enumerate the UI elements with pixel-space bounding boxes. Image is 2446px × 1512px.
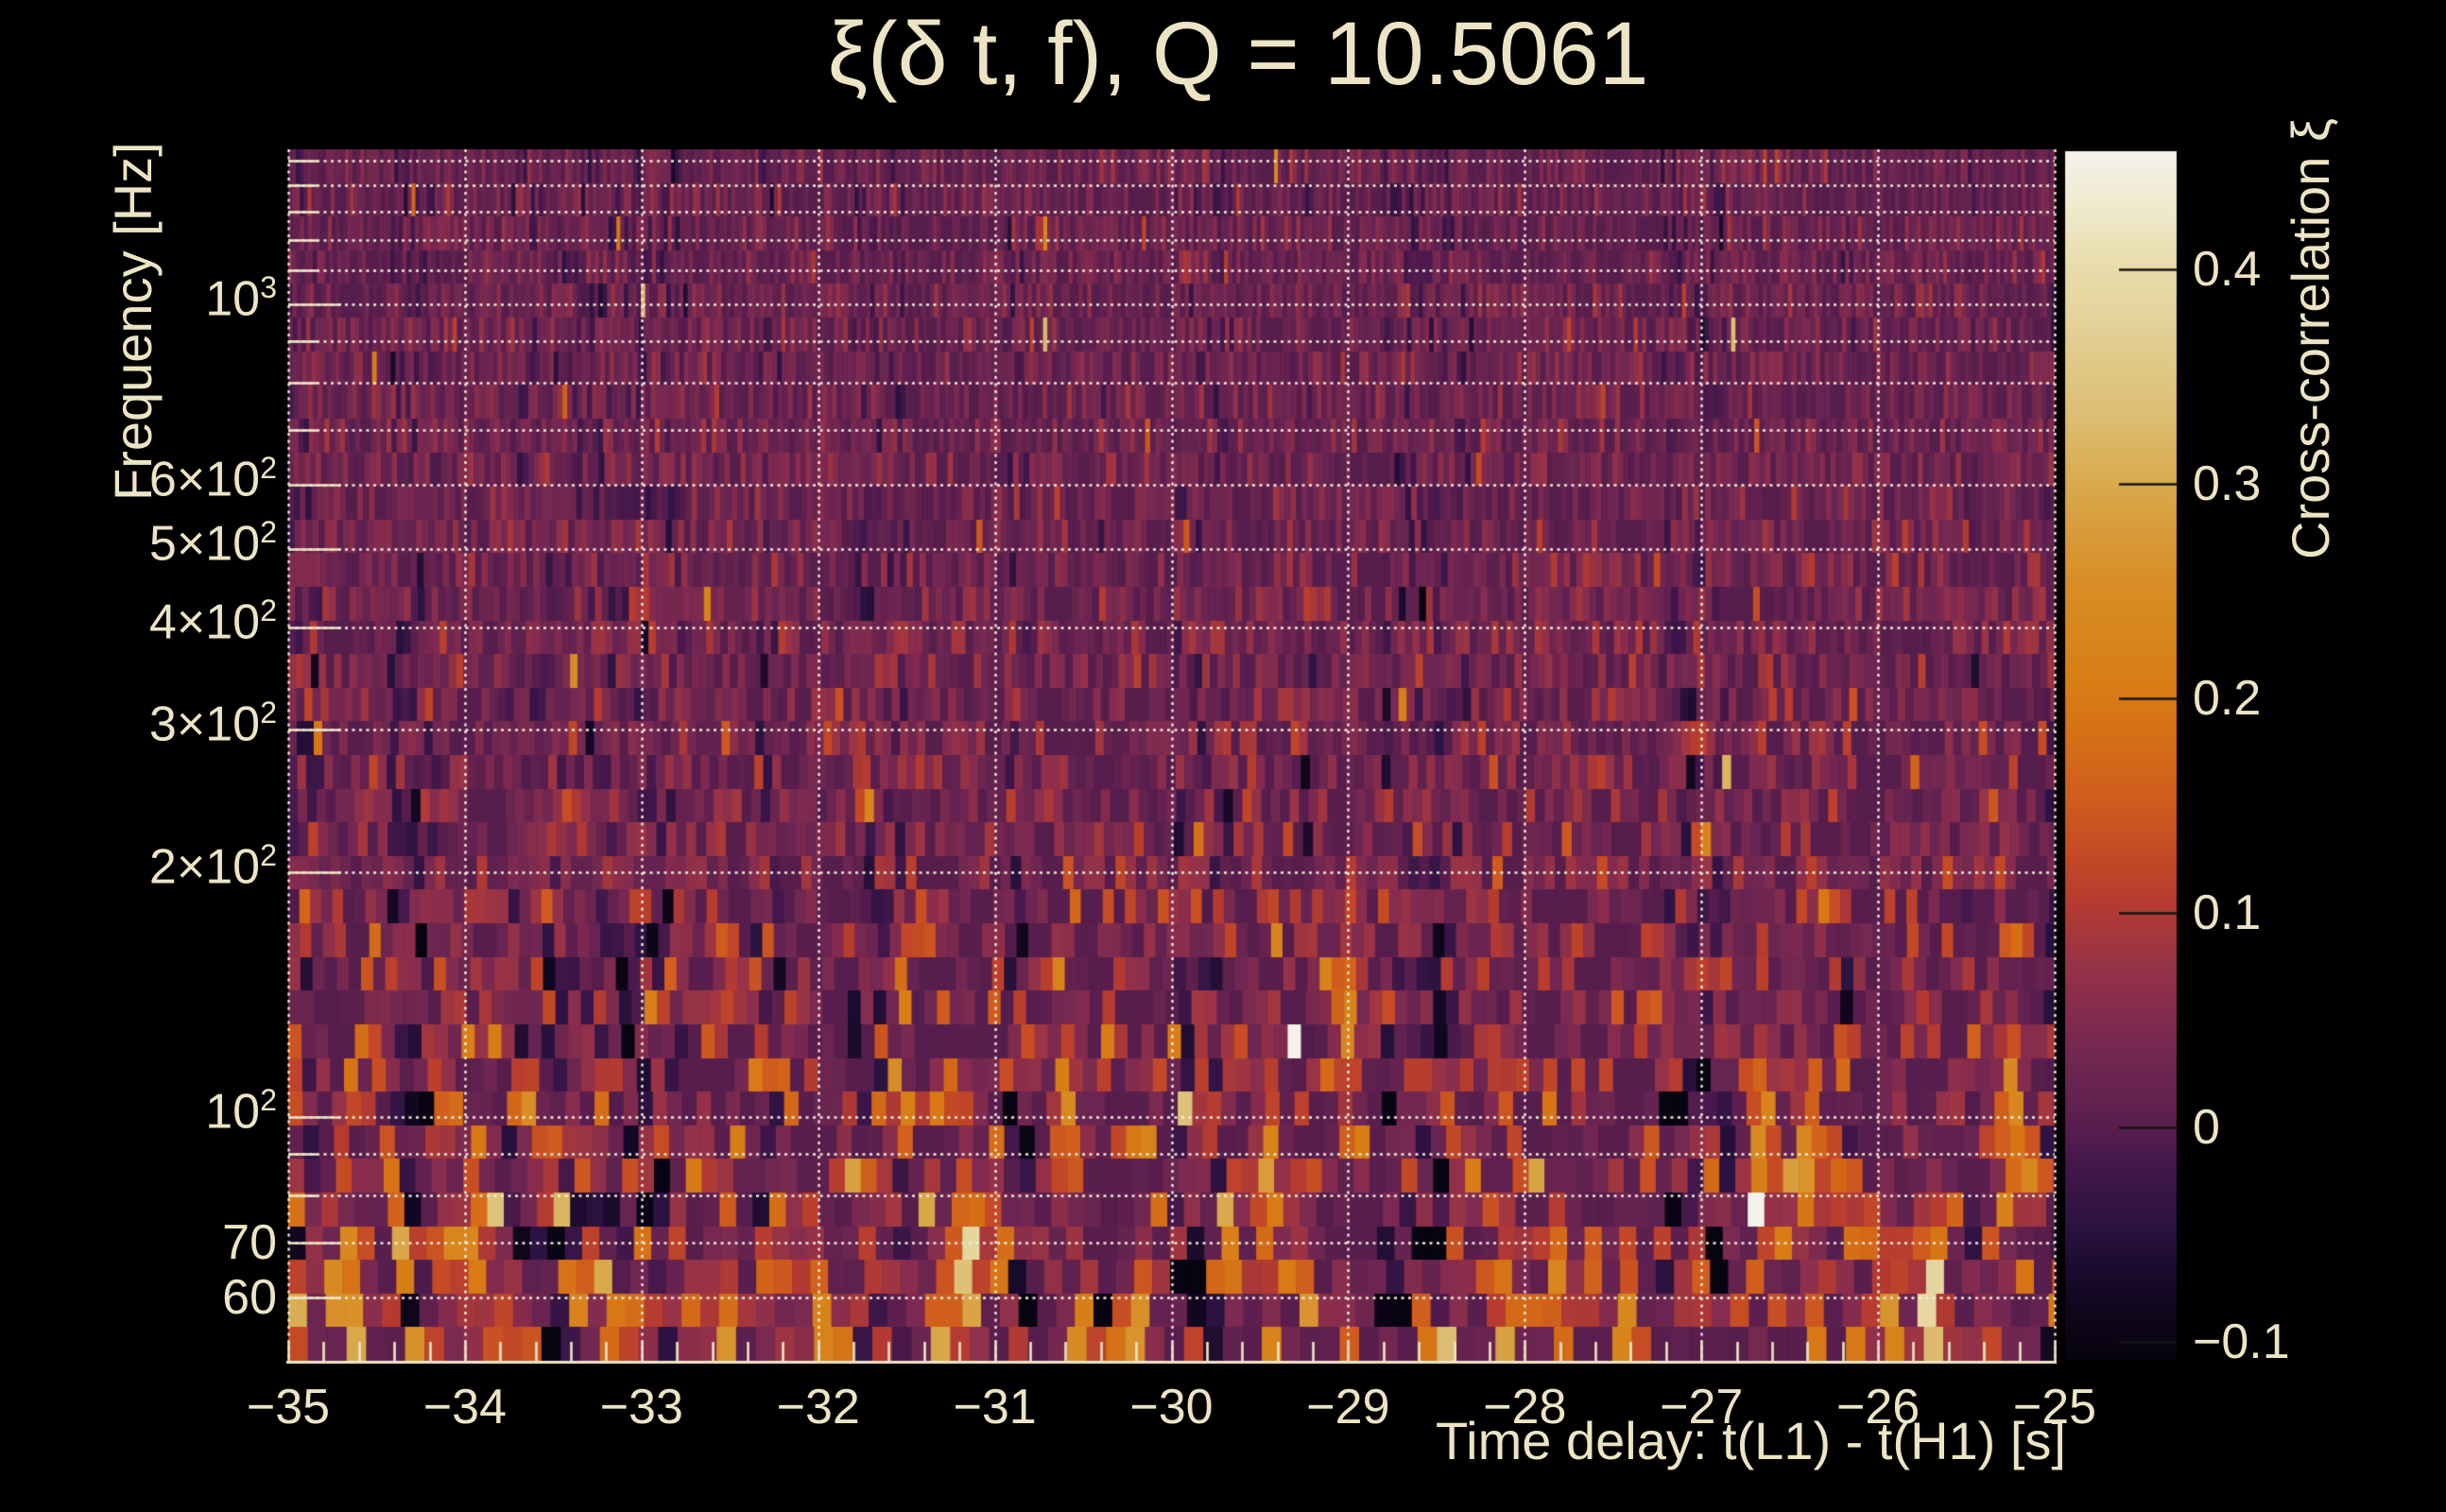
y-tick-label: 4×102 [148,593,277,650]
cross-correlation-spectrogram-page: { "title": "ξ(δ t, f), Q = 10.5061", "co… [0,0,2446,1512]
y-tick-label: 5×102 [148,514,277,572]
x-tick-label: −26 [1835,1380,1921,1435]
colorbar-tick-label: 0.3 [2193,455,2262,511]
x-tick-label: −35 [246,1380,331,1435]
y-tick-label: 6×102 [148,450,277,507]
y-tick-label: 3×102 [148,695,277,751]
colorbar-tick-label: 0 [2193,1099,2220,1155]
x-tick-label: −30 [1129,1380,1214,1435]
x-tick-label: −32 [776,1380,860,1435]
x-tick-label: −33 [599,1380,683,1435]
y-tick-label: 102 [205,1082,277,1140]
x-tick-label: −34 [422,1380,507,1435]
y-tick-label: 70 [222,1215,277,1271]
x-tick-label: −29 [1306,1380,1390,1435]
colorbar-tick-label: −0.1 [2193,1314,2290,1369]
y-tick-label: 2×102 [148,838,277,895]
x-tick-label: −27 [1660,1380,1744,1435]
chart-title: ξ(δ t, f), Q = 10.5061 [827,4,1649,104]
colorbar-tick-label: 0.2 [2193,670,2262,726]
colorbar-tick-label: 0.4 [2193,241,2262,297]
y-tick-label: 60 [222,1269,277,1325]
x-tick-label: −25 [2012,1380,2097,1435]
x-tick-label: −28 [1483,1380,1567,1435]
colorbar-tick-label: 0.1 [2193,885,2262,940]
heatmap-canvas [0,0,2446,1512]
x-tick-label: −31 [953,1380,1037,1435]
y-tick-label: 103 [205,269,277,327]
